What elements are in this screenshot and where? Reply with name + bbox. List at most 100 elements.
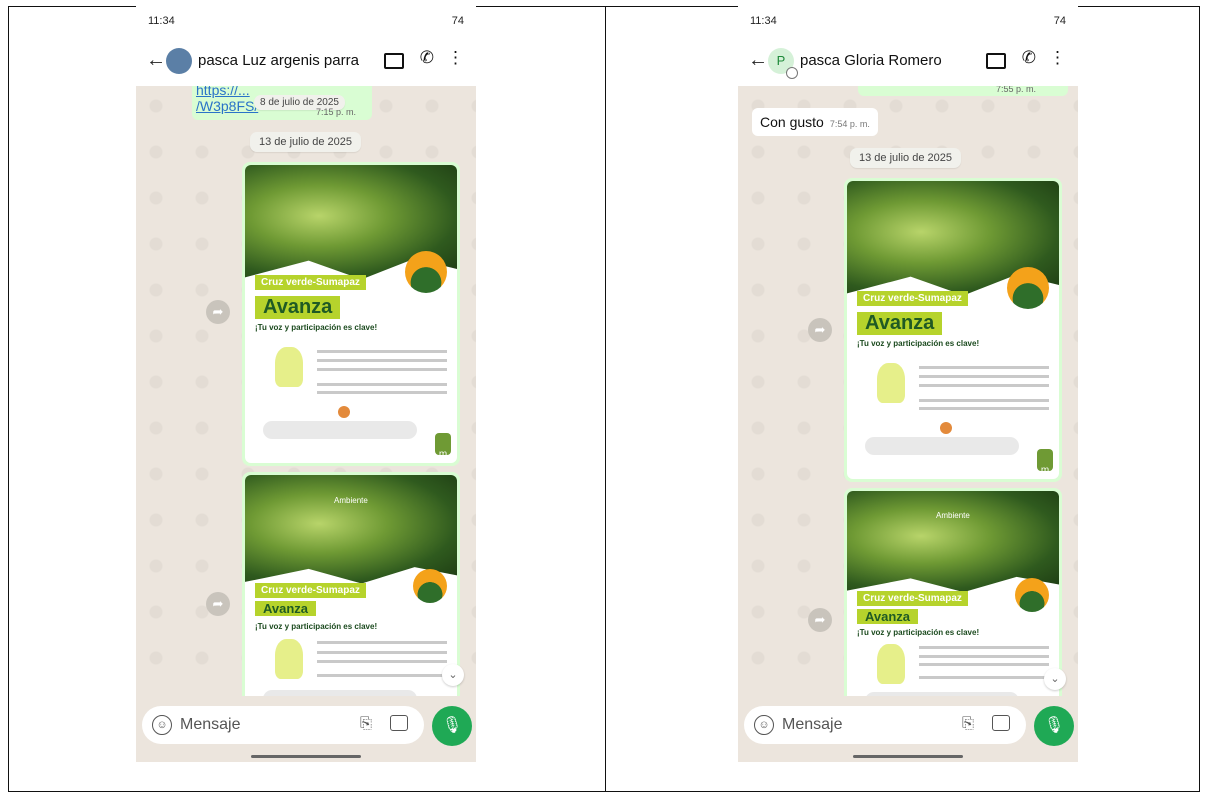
flyer-ambiente: Ambiente — [936, 510, 970, 520]
avatar[interactable] — [166, 48, 192, 74]
attach-icon[interactable]: ⎘ — [962, 715, 974, 732]
date-separator: 13 de julio de 2025 — [850, 148, 961, 168]
forward-icon[interactable]: ➦ — [808, 608, 832, 632]
flyer-ambiente: Ambiente — [334, 496, 368, 506]
flyer-image[interactable]: Cruz verde-Sumapaz Avanza ¡Tu voz y part… — [847, 181, 1059, 479]
message-time: 7:15 p. m. — [316, 107, 357, 117]
message-input-bar: ☺ Mensaje ⎘ 🎙 — [738, 702, 1078, 748]
chat-header: ← P pasca Gloria Romero ✆ ⋮ — [738, 36, 1078, 86]
camera-icon[interactable] — [992, 715, 1010, 731]
link-text-top[interactable]: https://... — [196, 86, 250, 98]
flyer-title-big: Avanza — [255, 296, 341, 320]
emoji-icon[interactable]: ☺ — [754, 715, 774, 735]
flyer-text-line — [919, 374, 1049, 378]
forward-icon[interactable]: ➦ — [808, 318, 832, 342]
mic-icon[interactable]: 🎙 — [432, 706, 472, 746]
flyer-text-line — [919, 654, 1049, 658]
flyer-text-line — [919, 663, 1049, 667]
message-input-bar: ☺ Mensaje ⎘ 🎙 — [136, 702, 476, 748]
flyer-text-line — [317, 358, 447, 362]
flyer-subtitle: ¡Tu voz y participación es clave! — [857, 628, 980, 638]
image-message[interactable]: Ambiente Cruz verde-Sumapaz Avanza ¡Tu v… — [242, 472, 460, 696]
flyer-text-line — [317, 349, 447, 353]
chat-header: ← pasca Luz argenis parra ✆ ⋮ — [136, 36, 476, 86]
mic-icon[interactable]: 🎙 — [1034, 706, 1074, 746]
contact-name[interactable]: pasca Luz argenis parra — [198, 52, 359, 69]
video-call-icon[interactable] — [384, 53, 404, 69]
image-message[interactable]: Cruz verde-Sumapaz Avanza ¡Tu voz y part… — [844, 178, 1062, 482]
image-time: 7:58 a. m. — [1007, 465, 1052, 476]
flyer-text-line — [317, 673, 447, 677]
forward-icon[interactable]: ➦ — [206, 592, 230, 616]
flyer-text-line — [919, 407, 1049, 411]
flyer-text-line — [919, 383, 1049, 387]
flyer-text-line — [919, 365, 1049, 369]
flyer-text-line — [317, 391, 447, 395]
phone-call-icon[interactable]: ✆ — [420, 48, 434, 68]
message-input[interactable]: ☺ Mensaje ⎘ — [744, 706, 1026, 744]
flyer-title-big: Avanza — [857, 608, 919, 624]
flyer-info-pill — [263, 421, 417, 440]
flyer-info-pill — [865, 437, 1019, 456]
flyer-text-line — [317, 367, 447, 371]
flyer-image[interactable]: Ambiente Cruz verde-Sumapaz Avanza ¡Tu v… — [245, 475, 457, 696]
message-placeholder[interactable]: Mensaje — [782, 716, 842, 734]
contact-name[interactable]: pasca Gloria Romero — [800, 52, 942, 69]
flyer-text-line — [317, 650, 447, 654]
chat-area[interactable]: https://... /W3p8FS/ 8 de julio de 2025 … — [136, 86, 476, 696]
status-bar: 11:34 74 — [136, 6, 476, 36]
more-menu-icon[interactable]: ⋮ — [1049, 48, 1066, 68]
chat-area[interactable]: 7:55 p. m. Con gusto 7:54 p. m. 13 de jul… — [738, 86, 1078, 696]
flyer-emblem — [877, 362, 905, 403]
flyer-text-line — [919, 676, 1049, 680]
flyer-emblem — [275, 638, 303, 679]
image-message[interactable]: Cruz verde-Sumapaz Avanza ¡Tu voz y part… — [242, 162, 460, 466]
attach-icon[interactable]: ⎘ — [360, 715, 372, 732]
flyer-title-big: Avanza — [255, 601, 317, 617]
left-phone-screen: 11:34 74 ← pasca Luz argenis parra ✆ ⋮ h… — [136, 6, 476, 762]
phone-call-icon[interactable]: ✆ — [1022, 48, 1036, 68]
date-separator: 13 de julio de 2025 — [250, 132, 361, 152]
flyer-text-line — [919, 398, 1049, 402]
flyer-badge — [1015, 578, 1049, 613]
flyer-subtitle: ¡Tu voz y participación es clave! — [857, 338, 980, 348]
scroll-down-icon[interactable]: ⌄ — [442, 664, 464, 686]
back-arrow-icon[interactable]: ← — [146, 49, 166, 72]
gesture-bar — [251, 755, 361, 758]
flyer-title-small: Cruz verde-Sumapaz — [857, 291, 968, 307]
clock-icon — [940, 422, 953, 435]
message-placeholder[interactable]: Mensaje — [180, 716, 240, 734]
flyer-info-pill — [865, 691, 1019, 696]
flyer-text-line — [919, 645, 1049, 649]
flyer-image[interactable]: Ambiente Cruz verde-Sumapaz Avanza ¡Tu v… — [847, 491, 1059, 696]
right-phone-screen: 11:34 74 ← P pasca Gloria Romero ✆ ⋮ 7:5… — [738, 6, 1078, 762]
camera-icon[interactable] — [390, 715, 408, 731]
flyer-image[interactable]: Cruz verde-Sumapaz Avanza ¡Tu voz y part… — [245, 165, 457, 463]
more-menu-icon[interactable]: ⋮ — [447, 48, 464, 68]
link-text[interactable]: /W3p8FS/ — [196, 98, 258, 114]
flyer-subtitle: ¡Tu voz y participación es clave! — [255, 322, 378, 332]
incoming-message[interactable]: Con gusto 7:54 p. m. — [752, 108, 878, 136]
message-input[interactable]: ☺ Mensaje ⎘ — [142, 706, 424, 744]
flyer-text-line — [317, 659, 447, 663]
table-divider — [605, 6, 606, 792]
flyer-badge — [413, 568, 447, 603]
status-time: 11:34 — [148, 15, 175, 27]
forward-icon[interactable]: ➦ — [206, 300, 230, 324]
flyer-leaves — [847, 491, 1059, 592]
video-call-icon[interactable] — [986, 53, 1006, 69]
incoming-message-time: 7:54 p. m. — [829, 119, 870, 129]
flyer-title-small: Cruz verde-Sumapaz — [255, 582, 366, 598]
scroll-down-icon[interactable]: ⌄ — [1044, 668, 1066, 690]
flyer-title-small: Cruz verde-Sumapaz — [255, 275, 366, 291]
flyer-title-big: Avanza — [857, 312, 943, 336]
image-message[interactable]: Ambiente Cruz verde-Sumapaz Avanza ¡Tu v… — [844, 488, 1062, 696]
emoji-icon[interactable]: ☺ — [152, 715, 172, 735]
flyer-text-line — [317, 382, 447, 386]
battery-level: 74 — [451, 15, 464, 27]
previous-message-bubble[interactable] — [858, 86, 1068, 96]
incoming-message-text: Con gusto — [760, 114, 824, 130]
back-arrow-icon[interactable]: ← — [748, 49, 768, 72]
image-time: 7:59 a. m. — [405, 449, 450, 460]
flyer-title-small: Cruz verde-Sumapaz — [857, 591, 968, 607]
